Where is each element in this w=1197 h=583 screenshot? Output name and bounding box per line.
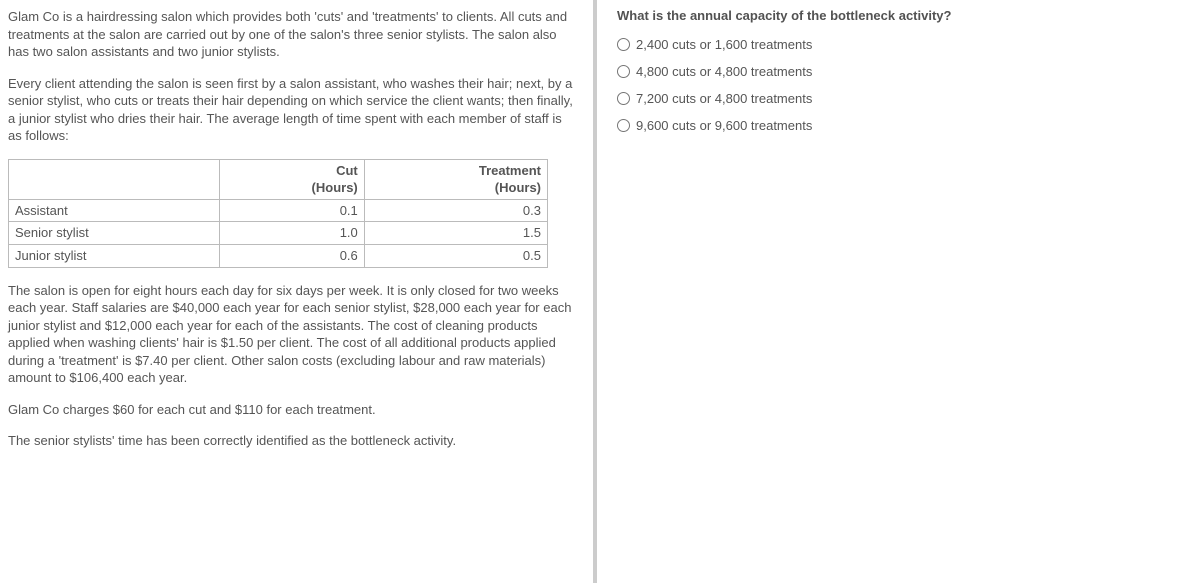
row-cut: 0.1 — [220, 199, 364, 222]
option-3-radio[interactable] — [617, 92, 630, 105]
row-cut: 0.6 — [220, 245, 364, 268]
question-stem-panel: Glam Co is a hairdressing salon which pr… — [0, 0, 597, 583]
table-header-empty — [9, 159, 220, 199]
paragraph-intro: Glam Co is a hairdressing salon which pr… — [8, 8, 579, 61]
paragraph-bottleneck: The senior stylists' time has been corre… — [8, 432, 579, 450]
option-3-label: 7,200 cuts or 4,800 treatments — [636, 91, 812, 106]
table-row: Senior stylist 1.0 1.5 — [9, 222, 548, 245]
paragraph-prices: Glam Co charges $60 for each cut and $11… — [8, 401, 579, 419]
option-1-radio[interactable] — [617, 38, 630, 51]
option-1[interactable]: 2,400 cuts or 1,600 treatments — [617, 37, 1183, 52]
row-treatment: 1.5 — [364, 222, 547, 245]
options-group: 2,400 cuts or 1,600 treatments 4,800 cut… — [617, 37, 1183, 133]
header-treatment-label: Treatment — [479, 163, 541, 178]
question-text: What is the annual capacity of the bottl… — [617, 8, 1183, 23]
option-4[interactable]: 9,600 cuts or 9,600 treatments — [617, 118, 1183, 133]
option-2-radio[interactable] — [617, 65, 630, 78]
row-label: Junior stylist — [9, 245, 220, 268]
option-3[interactable]: 7,200 cuts or 4,800 treatments — [617, 91, 1183, 106]
row-cut: 1.0 — [220, 222, 364, 245]
option-2-label: 4,800 cuts or 4,800 treatments — [636, 64, 812, 79]
header-cut-unit: (Hours) — [312, 180, 358, 195]
option-2[interactable]: 4,800 cuts or 4,800 treatments — [617, 64, 1183, 79]
paragraph-costs: The salon is open for eight hours each d… — [8, 282, 579, 387]
option-4-radio[interactable] — [617, 119, 630, 132]
option-4-label: 9,600 cuts or 9,600 treatments — [636, 118, 812, 133]
table-header-treatment: Treatment (Hours) — [364, 159, 547, 199]
time-table: Cut (Hours) Treatment (Hours) Assistant … — [8, 159, 548, 268]
table-header-cut: Cut (Hours) — [220, 159, 364, 199]
header-treatment-unit: (Hours) — [495, 180, 541, 195]
table-header-row: Cut (Hours) Treatment (Hours) — [9, 159, 548, 199]
option-1-label: 2,400 cuts or 1,600 treatments — [636, 37, 812, 52]
row-label: Assistant — [9, 199, 220, 222]
row-treatment: 0.3 — [364, 199, 547, 222]
header-cut-label: Cut — [336, 163, 358, 178]
table-row: Assistant 0.1 0.3 — [9, 199, 548, 222]
row-label: Senior stylist — [9, 222, 220, 245]
paragraph-process: Every client attending the salon is seen… — [8, 75, 579, 145]
answer-panel: What is the annual capacity of the bottl… — [597, 0, 1197, 583]
table-row: Junior stylist 0.6 0.5 — [9, 245, 548, 268]
row-treatment: 0.5 — [364, 245, 547, 268]
